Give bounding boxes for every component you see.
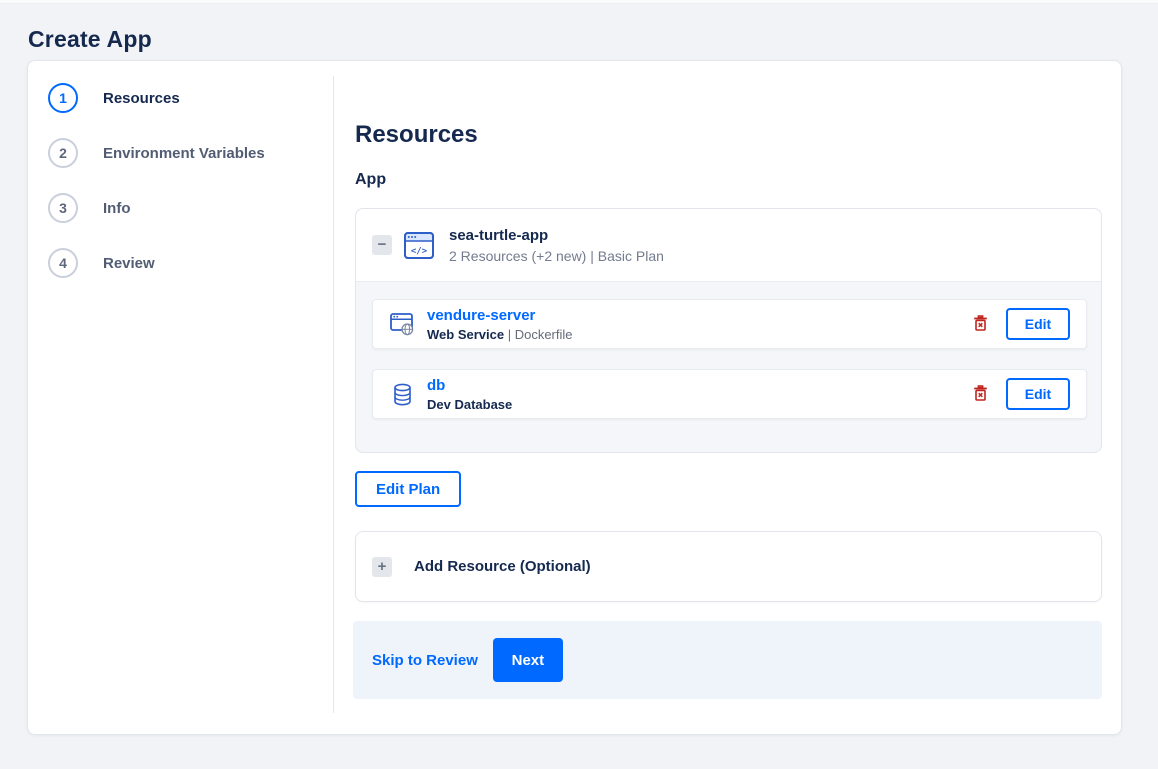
resource-row-db: db Dev Database Edit: [372, 369, 1087, 419]
step-number-badge: 2: [48, 138, 78, 168]
edit-resource-button[interactable]: Edit: [1006, 378, 1070, 410]
resource-text: vendure-server Web Service | Dockerfile: [427, 307, 573, 342]
app-name: sea-turtle-app: [449, 226, 549, 244]
delete-resource-button[interactable]: [970, 382, 991, 407]
wizard-card: 1 Resources 2 Environment Variables 3 In…: [27, 60, 1122, 735]
edit-resource-button[interactable]: Edit: [1006, 308, 1070, 340]
svg-text:</>: </>: [411, 246, 428, 256]
resource-type: Web Service: [427, 326, 505, 342]
step-label: Review: [103, 254, 155, 272]
app-group-card: − </> sea-turtle-app 2 Resources (+2 new…: [355, 208, 1102, 453]
skip-to-review-link[interactable]: Skip to Review: [372, 652, 478, 669]
step-number-badge: 3: [48, 193, 78, 223]
delete-resource-button[interactable]: [970, 312, 991, 337]
app-section-label: App: [355, 171, 387, 188]
create-app-page: Create App 1 Resources 2 Environment Var…: [0, 0, 1158, 769]
sidebar-step-review[interactable]: 4 Review: [48, 246, 155, 280]
resource-subtitle: Dev Database: [427, 397, 512, 412]
sidebar-step-info[interactable]: 3 Info: [48, 191, 131, 225]
step-label: Info: [103, 199, 131, 217]
step-label: Environment Variables: [103, 144, 265, 162]
collapse-button[interactable]: −: [372, 235, 392, 255]
main-panel: Resources App − </> sea-turtle-app 2 Res…: [353, 61, 1123, 736]
sidebar-step-environment-variables[interactable]: 2 Environment Variables: [48, 136, 265, 170]
resource-subtitle: Web Service | Dockerfile: [427, 327, 573, 342]
resource-detail: | Dockerfile: [504, 326, 573, 342]
app-window-code-icon: </>: [404, 231, 434, 259]
resources-heading: Resources: [355, 120, 478, 148]
minus-icon: −: [377, 236, 387, 253]
sidebar-divider: [333, 76, 334, 713]
edit-plan-button[interactable]: Edit Plan: [355, 471, 462, 507]
resource-text: db Dev Database: [427, 377, 512, 412]
resource-type: Dev Database: [427, 396, 513, 412]
top-strip: [0, 0, 1158, 4]
next-button[interactable]: Next: [492, 638, 563, 682]
app-group-header: − </> sea-turtle-app 2 Resources (+2 new…: [356, 209, 1101, 282]
database-cylinder-icon: [389, 383, 415, 406]
resource-row-vendure-server: vendure-server Web Service | Dockerfile: [372, 299, 1087, 349]
resource-name-link[interactable]: vendure-server: [427, 307, 573, 324]
wizard-footer: Skip to Review Next: [353, 621, 1102, 699]
app-summary: 2 Resources (+2 new) | Basic Plan: [449, 247, 664, 264]
step-number-badge: 4: [48, 248, 78, 278]
add-resource-card[interactable]: + Add Resource (Optional): [355, 531, 1102, 602]
resource-name-link[interactable]: db: [427, 377, 512, 394]
browser-globe-icon: [389, 312, 415, 336]
sidebar-step-resources[interactable]: 1 Resources: [48, 81, 180, 115]
add-resource-label: Add Resource (Optional): [414, 558, 591, 575]
trash-icon: [973, 384, 988, 404]
step-label: Resources: [103, 89, 180, 107]
plus-icon: +: [372, 556, 392, 577]
trash-icon: [973, 314, 988, 334]
step-number-badge: 1: [48, 83, 78, 113]
app-title-block: sea-turtle-app 2 Resources (+2 new) | Ba…: [449, 227, 664, 264]
page-title: Create App: [28, 26, 152, 53]
